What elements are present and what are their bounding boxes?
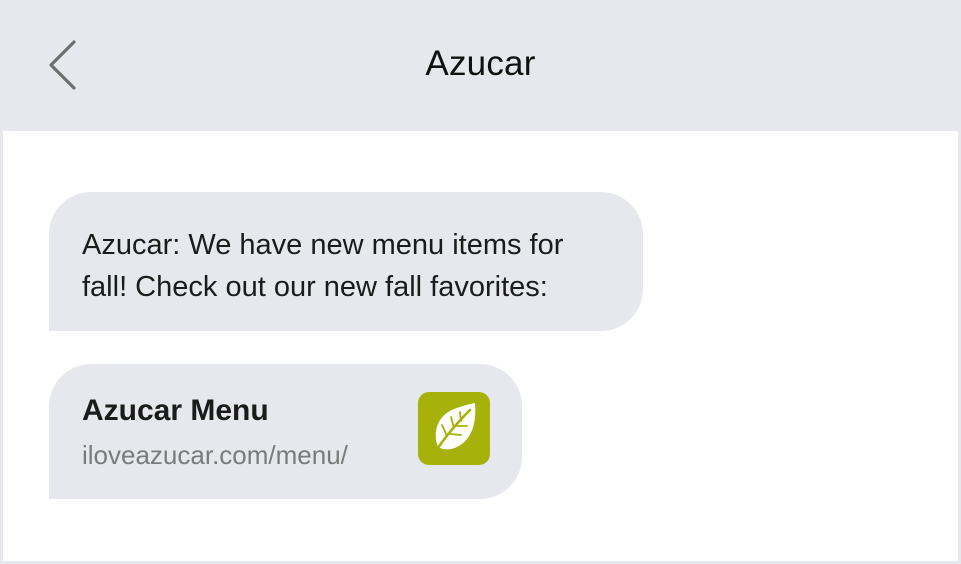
contact-name: Azucar (425, 44, 536, 83)
link-preview-card[interactable]: Azucar Menu iloveazucar.com/menu/ (49, 364, 522, 499)
message-bubble: Azucar: We have new menu items for fall!… (49, 192, 643, 331)
conversation-header: Azucar (0, 0, 961, 131)
link-title: Azucar Menu (82, 394, 269, 427)
link-url: iloveazucar.com/menu/ (82, 440, 348, 470)
messages-screen: Azucar Azucar: We have new menu items fo… (0, 0, 961, 564)
leaf-icon (418, 392, 490, 465)
